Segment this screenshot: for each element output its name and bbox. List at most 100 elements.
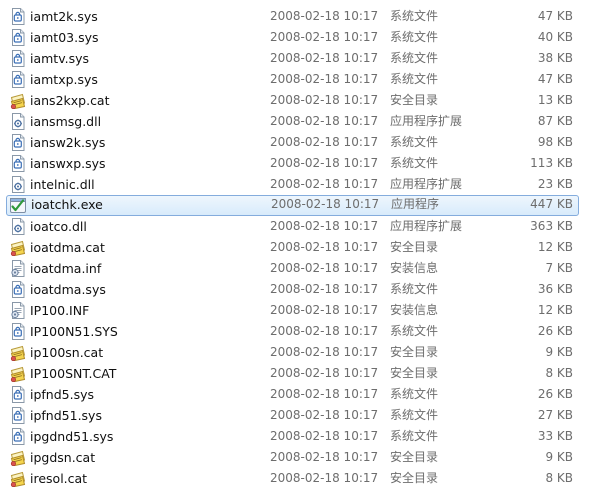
file-name: iansmsg.dll (30, 114, 102, 129)
file-size: 8 KB (545, 471, 573, 485)
file-name: ianswxp.sys (30, 156, 106, 171)
file-type: 系统文件 (390, 282, 439, 296)
file-type: 安全目录 (390, 450, 439, 464)
file-date: 2008-02-18 10:17 (270, 51, 379, 65)
file-name: ipfnd51.sys (30, 408, 102, 423)
file-date: 2008-02-18 10:17 (270, 72, 379, 86)
file-row[interactable]: iansw2k.sys 2008-02-18 10:17 系统文件 98 KB (6, 132, 579, 153)
file-date: 2008-02-18 10:17 (270, 303, 379, 317)
file-row[interactable]: ianswxp.sys 2008-02-18 10:17 系统文件 113 KB (6, 153, 579, 174)
file-type: 应用程序扩展 (390, 114, 463, 128)
file-size: 447 KB (530, 197, 573, 211)
file-name: ioatdma.sys (30, 282, 106, 297)
file-name: ioatco.dll (30, 219, 87, 234)
security-catalog-icon (10, 344, 26, 362)
file-date: 2008-02-18 10:17 (270, 114, 379, 128)
file-row[interactable]: iresol.cat 2008-02-18 10:17 安全目录 8 KB (6, 468, 579, 489)
file-name: iamt2k.sys (30, 9, 98, 24)
file-row[interactable]: ipgdsn.cat 2008-02-18 10:17 安全目录 9 KB (6, 447, 579, 468)
file-size: 12 KB (537, 303, 573, 317)
sys-file-icon (10, 407, 26, 424)
file-type: 系统文件 (390, 387, 439, 401)
file-row[interactable]: ioatdma.inf 2008-02-18 10:17 安装信息 7 KB (6, 258, 579, 279)
file-list: iamt2k.sys 2008-02-18 10:17 系统文件 47 KB iamt0… (0, 0, 593, 494)
file-name: ipfnd5.sys (30, 387, 95, 402)
file-name: ip100sn.cat (30, 345, 104, 360)
file-row[interactable]: ioatdma.cat 2008-02-18 10:17 安全目录 12 KB (6, 237, 579, 258)
file-name: iresol.cat (30, 471, 88, 486)
file-name: IP100SNT.CAT (30, 366, 117, 381)
file-size: 363 KB (530, 219, 573, 233)
file-date: 2008-02-18 10:17 (270, 240, 379, 254)
dll-file-icon (10, 176, 26, 193)
file-row[interactable]: IP100SNT.CAT 2008-02-18 10:17 安全目录 8 KB (6, 363, 579, 384)
file-name: ioatdma.inf (30, 261, 102, 276)
file-date: 2008-02-18 10:17 (270, 387, 379, 401)
file-type: 安全目录 (390, 240, 439, 254)
file-row[interactable]: iamtv.sys 2008-02-18 10:17 系统文件 38 KB (6, 48, 579, 69)
file-row[interactable]: ip100sn.cat 2008-02-18 10:17 安全目录 9 KB (6, 342, 579, 363)
file-name: iansw2k.sys (30, 135, 106, 150)
inf-file-icon (10, 302, 26, 319)
file-size: 12 KB (537, 240, 573, 254)
sys-file-icon (10, 8, 26, 25)
file-row[interactable]: iamtxp.sys 2008-02-18 10:17 系统文件 47 KB (6, 69, 579, 90)
file-row[interactable]: ipfnd5.sys 2008-02-18 10:17 系统文件 26 KB (6, 384, 579, 405)
security-catalog-icon (10, 449, 26, 467)
file-type: 应用程序扩展 (390, 219, 463, 233)
file-date: 2008-02-18 10:17 (270, 429, 379, 443)
sys-file-icon (10, 71, 26, 88)
file-date: 2008-02-18 10:17 (270, 261, 379, 275)
file-name: ipgdnd51.sys (30, 429, 114, 444)
file-date: 2008-02-18 10:17 (271, 197, 380, 211)
file-type: 应用程序 (391, 197, 440, 211)
file-type: 系统文件 (390, 324, 439, 338)
file-date: 2008-02-18 10:17 (270, 219, 379, 233)
file-type: 安全目录 (390, 345, 439, 359)
sys-file-icon (10, 386, 26, 403)
security-catalog-icon (10, 239, 26, 257)
file-row[interactable]: ians2kxp.cat 2008-02-18 10:17 安全目录 13 KB (6, 90, 579, 111)
sys-file-icon (10, 281, 26, 298)
file-row[interactable]: iansmsg.dll 2008-02-18 10:17 应用程序扩展 87 KB (6, 111, 579, 132)
file-row[interactable]: ipfnd51.sys 2008-02-18 10:17 系统文件 27 KB (6, 405, 579, 426)
file-row[interactable]: IP100N51.SYS 2008-02-18 10:17 系统文件 26 KB (6, 321, 579, 342)
file-name: ians2kxp.cat (30, 93, 110, 108)
file-row[interactable]: iamt2k.sys 2008-02-18 10:17 系统文件 47 KB (6, 6, 579, 27)
file-type: 系统文件 (390, 72, 439, 86)
file-name: ipgdsn.cat (30, 450, 96, 465)
file-row[interactable]: ioatdma.sys 2008-02-18 10:17 系统文件 36 KB (6, 279, 579, 300)
file-type: 系统文件 (390, 51, 439, 65)
file-size: 26 KB (537, 387, 573, 401)
file-size: 8 KB (545, 366, 573, 380)
file-date: 2008-02-18 10:17 (270, 93, 379, 107)
file-row[interactable]: iamt03.sys 2008-02-18 10:17 系统文件 40 KB (6, 27, 579, 48)
file-size: 9 KB (545, 450, 573, 464)
file-size: 38 KB (537, 51, 573, 65)
file-name: IP100N51.SYS (30, 324, 118, 339)
file-type: 应用程序扩展 (390, 177, 463, 191)
file-date: 2008-02-18 10:17 (270, 471, 379, 485)
sys-file-icon (10, 50, 26, 67)
file-size: 23 KB (537, 177, 573, 191)
file-size: 40 KB (537, 30, 573, 44)
file-row[interactable]: intelnic.dll 2008-02-18 10:17 应用程序扩展 23 KB (6, 174, 579, 195)
file-row[interactable]: ioatchk.exe 2008-02-18 10:17 应用程序 447 KB (6, 195, 579, 216)
file-row[interactable]: ipgdnd51.sys 2008-02-18 10:17 系统文件 33 KB (6, 426, 579, 447)
file-date: 2008-02-18 10:17 (270, 450, 379, 464)
file-date: 2008-02-18 10:17 (270, 177, 379, 191)
file-date: 2008-02-18 10:17 (270, 30, 379, 44)
file-row[interactable]: ioatco.dll 2008-02-18 10:17 应用程序扩展 363 KB (6, 216, 579, 237)
file-type: 系统文件 (390, 9, 439, 23)
file-type: 系统文件 (390, 429, 439, 443)
security-catalog-icon (10, 365, 26, 383)
sys-file-icon (10, 134, 26, 151)
file-type: 安装信息 (390, 303, 439, 317)
file-size: 7 KB (545, 261, 573, 275)
file-row[interactable]: IP100.INF 2008-02-18 10:17 安装信息 12 KB (6, 300, 579, 321)
file-size: 13 KB (537, 93, 573, 107)
file-size: 33 KB (537, 429, 573, 443)
file-type: 安全目录 (390, 471, 439, 485)
file-type: 安全目录 (390, 366, 439, 380)
file-date: 2008-02-18 10:17 (270, 282, 379, 296)
